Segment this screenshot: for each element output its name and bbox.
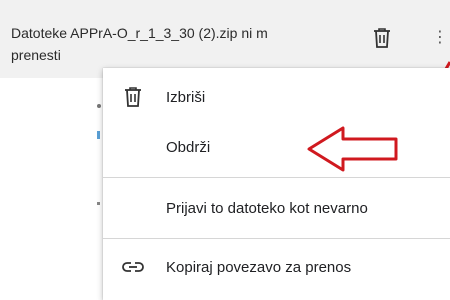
download-item[interactable]: Datoteke APPrA-O_r_1_3_30 (2).zip ni m p… — [0, 0, 450, 78]
delete-download-button[interactable] — [369, 24, 395, 52]
menu-item-report-unsafe[interactable]: Prijavi to datoteko kot nevarno — [103, 185, 450, 231]
background-fragment — [96, 98, 102, 112]
menu-item-copy-link[interactable]: Kopiraj povezavo za prenos — [103, 244, 450, 290]
trash-icon — [121, 85, 145, 109]
download-status-line-2: prenesti — [11, 47, 61, 63]
menu-item-delete[interactable]: Izbriši — [103, 74, 450, 120]
download-status-text: Datoteke APPrA-O_r_1_3_30 (2).zip ni m p… — [11, 22, 356, 66]
menu-item-label: Prijavi to datoteko kot nevarno — [166, 199, 368, 217]
menu-divider — [103, 177, 450, 178]
background-fragment — [96, 128, 102, 142]
menu-item-label: Obdrži — [166, 138, 211, 156]
menu-divider — [103, 238, 450, 239]
trash-icon — [374, 28, 390, 48]
menu-item-label: Izbriši — [166, 88, 206, 106]
link-icon — [121, 255, 145, 279]
background-fragment — [96, 196, 102, 210]
annotation-arrow — [307, 126, 398, 172]
download-context-menu: Izbriši Obdrži Prijavi to datoteko kot n… — [103, 68, 450, 300]
menu-item-label: Kopiraj povezavo za prenos — [166, 258, 352, 276]
download-status-line-1: Datoteke APPrA-O_r_1_3_30 (2).zip ni m — [11, 25, 268, 41]
more-options-button[interactable]: ⋮ — [432, 24, 450, 52]
